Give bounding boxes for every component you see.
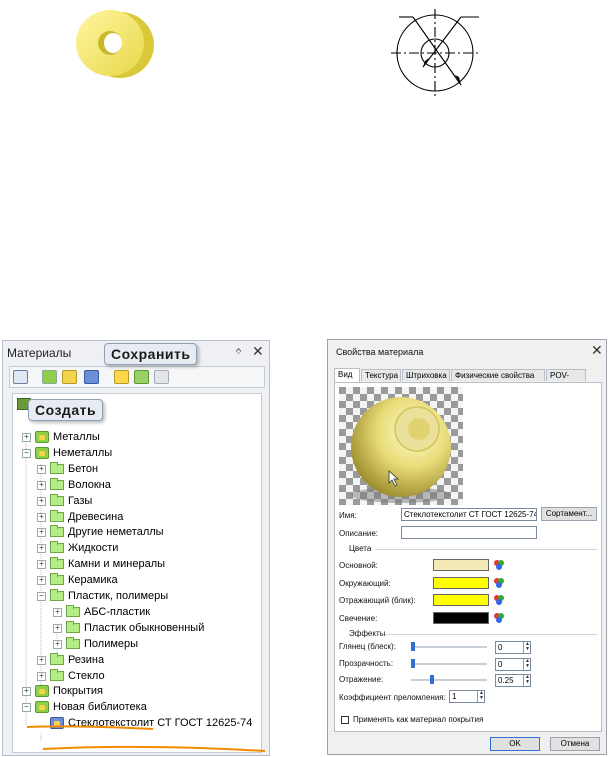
effect-label: Отражение: bbox=[339, 675, 384, 684]
color-label: Основной: bbox=[339, 561, 378, 570]
color-label: Отражающий (блик): bbox=[339, 596, 416, 605]
color-label: Окружающий: bbox=[339, 578, 391, 588]
color-palette-icon[interactable] bbox=[493, 559, 505, 571]
refraction-label: Коэффициент преломления: bbox=[339, 693, 446, 702]
sortament-button[interactable]: Сортамент... bbox=[541, 507, 597, 521]
colors-group-label: Цвета bbox=[349, 544, 372, 553]
cancel-button[interactable]: Отмена bbox=[550, 737, 600, 751]
refraction-spinner[interactable]: ▲ ▼ bbox=[477, 691, 485, 702]
tab-povray[interactable]: POV-Ray bbox=[546, 369, 586, 392]
effect-slider[interactable] bbox=[411, 662, 487, 665]
callout-save: Сохранить bbox=[104, 343, 198, 365]
material-properties-dialog: Свойства материала ✕ Вид Текстура Штрихо… bbox=[327, 339, 607, 755]
appearance-page: Имя: Стеклотекстолит СТ ГОСТ 12625-74 Со… bbox=[334, 382, 602, 732]
refraction-value: 1 bbox=[452, 692, 457, 701]
tab-texture[interactable]: Текстура bbox=[361, 369, 401, 381]
color-palette-icon[interactable] bbox=[493, 594, 505, 606]
tab-physical[interactable]: Физические свойства bbox=[451, 369, 545, 381]
color-label: Свечение: bbox=[339, 613, 378, 623]
name-label: Имя: bbox=[339, 511, 357, 520]
effect-slider[interactable] bbox=[411, 646, 487, 648]
colors-group-line bbox=[375, 549, 597, 550]
effect-spinner[interactable]: ▲ ▼ bbox=[523, 658, 531, 670]
callout-create: Создать bbox=[28, 399, 104, 421]
description-label: Описание: bbox=[339, 529, 379, 538]
effect-spinner[interactable]: ▲ ▼ bbox=[523, 675, 531, 686]
name-field[interactable]: Стеклотекстолит СТ ГОСТ 12625-74 bbox=[401, 508, 537, 521]
color-palette-icon[interactable] bbox=[493, 612, 505, 624]
apply-cover-label: Применять как материал покрытия bbox=[353, 715, 484, 724]
color-swatch[interactable] bbox=[433, 611, 489, 624]
slider-thumb[interactable] bbox=[411, 642, 415, 651]
material-preview bbox=[339, 387, 463, 505]
dialog-title: Свойства материала bbox=[336, 347, 424, 357]
dialog-tabs: Вид Текстура Штриховка Физические свойст… bbox=[334, 368, 602, 392]
slider-thumb[interactable] bbox=[430, 675, 434, 684]
ok-button[interactable]: OK bbox=[490, 737, 540, 751]
color-swatch[interactable] bbox=[433, 559, 489, 571]
close-icon[interactable]: ✕ bbox=[591, 342, 603, 359]
color-swatch[interactable] bbox=[433, 594, 489, 606]
effects-group-label: Эффекты bbox=[349, 629, 386, 638]
apply-cover-checkbox[interactable] bbox=[341, 716, 349, 724]
tab-hatching[interactable]: Штриховка bbox=[402, 369, 450, 381]
effects-group-line bbox=[385, 634, 597, 635]
color-swatch[interactable] bbox=[433, 576, 489, 589]
effect-slider[interactable] bbox=[411, 679, 487, 681]
effect-label: Прозрачность: bbox=[339, 658, 394, 668]
tab-appearance[interactable]: Вид bbox=[334, 368, 360, 382]
washer-3d-illustration bbox=[76, 10, 154, 78]
color-palette-icon[interactable] bbox=[493, 577, 505, 589]
description-field[interactable] bbox=[401, 526, 537, 539]
effect-label: Глянец (блеск): bbox=[339, 642, 396, 651]
washer-technical-drawing bbox=[391, 9, 479, 99]
slider-thumb[interactable] bbox=[411, 658, 415, 668]
effect-spinner[interactable]: ▲ ▼ bbox=[523, 642, 531, 653]
